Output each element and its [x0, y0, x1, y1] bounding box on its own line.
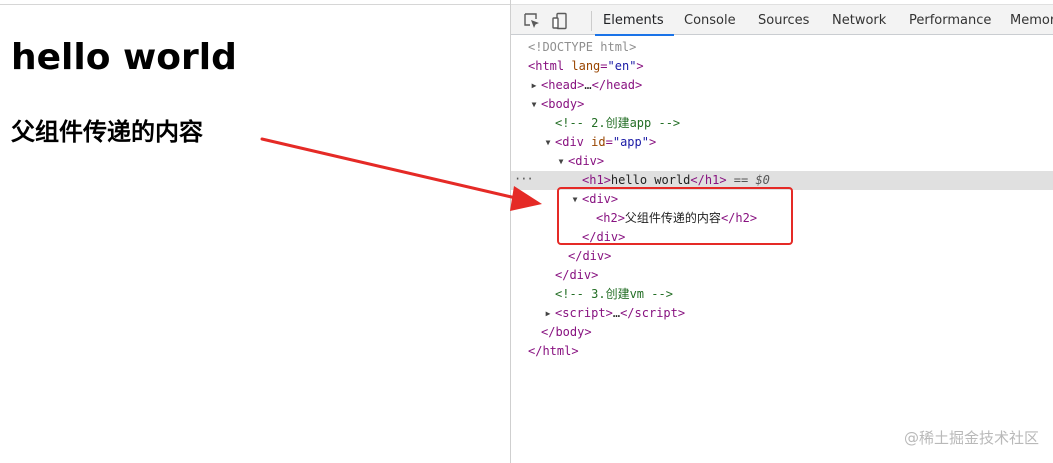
dom-row-head[interactable]: ▶ <head>…</head> [511, 76, 1053, 95]
tag-name: head [606, 78, 635, 92]
bracket: > [591, 268, 599, 282]
comment-text: <!-- 3.创建vm --> [555, 287, 673, 301]
devtools-panel: Elements Console Sources Network Perform… [510, 0, 1053, 463]
bracket: </ [690, 173, 705, 187]
tag-name: html [535, 59, 565, 73]
tag-name: html [542, 344, 572, 358]
tag-name: body [548, 97, 578, 111]
bracket: > [604, 249, 612, 263]
tag-name: div [596, 230, 619, 244]
bracket: </ [541, 325, 556, 339]
tab-network[interactable]: Network [832, 5, 886, 35]
tag-name: script [634, 306, 678, 320]
arrow-shaft [260, 137, 522, 201]
tag-name: h2 [735, 211, 750, 225]
bracket: > [577, 97, 585, 111]
expand-triangle-icon[interactable]: ▶ [543, 304, 553, 323]
bracket: > [584, 325, 592, 339]
bracket: > [634, 78, 643, 92]
tag-name: script [562, 306, 606, 320]
more-actions-icon[interactable]: ··· [514, 171, 534, 187]
bracket: > [605, 306, 613, 320]
bracket: </ [620, 306, 635, 320]
ellipsis: … [612, 306, 621, 320]
dom-row-body[interactable]: ▼ <body> [511, 95, 1053, 114]
tag-name: h1 [589, 173, 604, 187]
comment-text: <!-- 2.创建app --> [555, 116, 681, 130]
bracket: > [636, 59, 644, 73]
tab-console[interactable]: Console [684, 5, 736, 35]
dom-row-div-app-close[interactable]: </div> [511, 266, 1053, 285]
bracket: > [719, 173, 727, 187]
page-top-border [0, 4, 510, 5]
collapse-triangle-icon[interactable]: ▼ [529, 95, 539, 114]
inspect-element-icon[interactable] [523, 12, 541, 30]
bracket: > [618, 230, 626, 244]
tag-name: div [589, 192, 611, 206]
toolbar-separator [591, 11, 592, 31]
equals: = [605, 135, 613, 149]
equals: = [600, 59, 608, 73]
tab-elements[interactable]: Elements [595, 5, 674, 36]
screenshot-root: hello world 父组件传递的内容 Elements Console So… [0, 0, 1053, 463]
tag-name: head [548, 78, 578, 92]
collapse-triangle-icon[interactable]: ▼ [570, 190, 580, 209]
selected-marker: == $0 [726, 173, 770, 187]
tab-performance[interactable]: Performance [909, 5, 991, 35]
dom-row-comment-vm[interactable]: <!-- 3.创建vm --> [511, 285, 1053, 304]
dom-row-doctype[interactable]: <!DOCTYPE html> [511, 38, 1053, 57]
tag-name: body [555, 325, 585, 339]
dom-row-body-close[interactable]: </body> [511, 323, 1053, 342]
bracket: </ [555, 268, 570, 282]
devtools-toolbar: Elements Console Sources Network Perform… [511, 4, 1053, 36]
bracket: </ [720, 211, 736, 225]
bracket: > [677, 306, 686, 320]
attr-value: "app" [612, 135, 649, 149]
tag-name: div [575, 154, 597, 168]
bracket: > [617, 211, 625, 225]
h1-text: hello world [610, 173, 691, 187]
doctype-text: <!DOCTYPE html> [528, 40, 637, 54]
bracket: > [749, 211, 758, 225]
dom-row-comment-app[interactable]: <!-- 2.创建app --> [511, 114, 1053, 133]
bracket: </ [591, 78, 607, 92]
dom-row-h2[interactable]: <h2>父组件传递的内容</h2> [511, 209, 1053, 228]
dom-row-h1-selected[interactable]: ··· <h1>hello world</h1> == $0 [511, 171, 1053, 190]
dom-row-inner-div[interactable]: ▼ <div> [511, 190, 1053, 209]
dom-row-div-close[interactable]: </div> [511, 247, 1053, 266]
ellipsis: … [584, 78, 592, 92]
attr-name: id [591, 135, 606, 149]
attr-value: "en" [607, 59, 637, 73]
bracket: > [596, 154, 605, 168]
attr-name: lang [571, 59, 601, 73]
dom-row-html-close[interactable]: </html> [511, 342, 1053, 361]
bracket: > [648, 135, 657, 149]
bracket: </ [582, 230, 597, 244]
dom-row-script[interactable]: ▶ <script>…</script> [511, 304, 1053, 323]
bracket: > [603, 173, 611, 187]
dom-row-html[interactable]: <html lang="en"> [511, 57, 1053, 76]
tag-name: div [569, 268, 592, 282]
tag-name: div [582, 249, 605, 263]
collapse-triangle-icon[interactable]: ▼ [543, 133, 553, 152]
bracket: </ [528, 344, 543, 358]
tab-sources[interactable]: Sources [758, 5, 809, 35]
device-toolbar-icon[interactable] [551, 12, 569, 30]
page-heading-h1: hello world [11, 37, 237, 78]
collapse-triangle-icon[interactable]: ▼ [556, 152, 566, 171]
dom-row-div[interactable]: ▼ <div> [511, 152, 1053, 171]
dom-row-inner-div-close[interactable]: </div> [511, 228, 1053, 247]
tag-name: div [562, 135, 584, 149]
tag-name: h2 [603, 211, 618, 225]
expand-triangle-icon[interactable]: ▶ [529, 76, 539, 95]
dom-row-div-app[interactable]: ▼ <div id="app"> [511, 133, 1053, 152]
bracket: > [610, 192, 619, 206]
page-heading-h2: 父组件传递的内容 [11, 118, 203, 146]
bracket: </ [568, 249, 583, 263]
tab-memory[interactable]: Memor [1010, 5, 1053, 35]
tag-name: h1 [704, 173, 720, 187]
h2-text: 父组件传递的内容 [624, 211, 721, 225]
bracket: > [571, 344, 579, 358]
watermark-text: @稀土掘金技术社区 [903, 429, 1039, 447]
